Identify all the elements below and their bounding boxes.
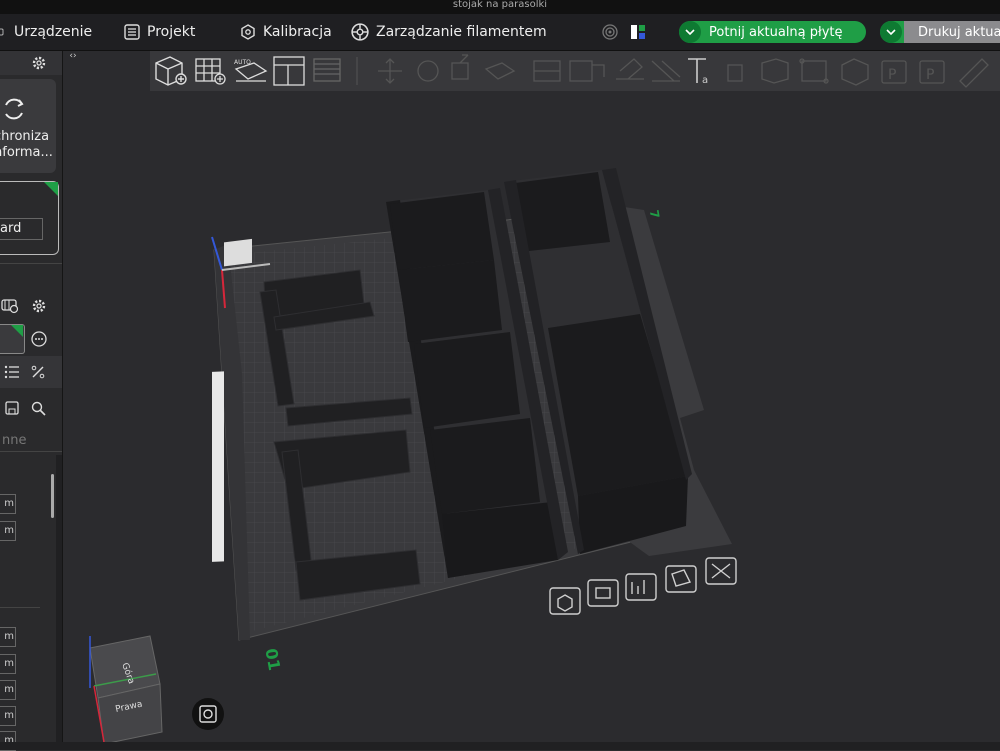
- unit-field[interactable]: m: [0, 521, 16, 541]
- slice-plate-button[interactable]: Potnij aktualną płytę: [679, 21, 866, 43]
- svg-text:P: P: [926, 67, 934, 83]
- sync-label-line1: chroniza: [0, 129, 50, 144]
- print-dropdown[interactable]: [880, 21, 902, 43]
- toolbar-icons: AUTO a P P: [155, 54, 989, 88]
- chevron-down-icon: [685, 29, 695, 36]
- menu-calibration[interactable]: Kalibracja: [240, 14, 332, 50]
- sync-info-button[interactable]: chronizanforma...: [0, 79, 56, 173]
- slice-plate-label: Potnij aktualną płytę: [709, 24, 843, 40]
- measure-icon: [727, 64, 743, 82]
- gear-icon[interactable]: [31, 55, 47, 71]
- gear-icon: [557, 594, 573, 612]
- plate-settings-icon[interactable]: [549, 587, 581, 615]
- slot-selected-marker: [11, 325, 23, 337]
- layers-icon[interactable]: [313, 58, 341, 82]
- auto-orient-icon[interactable]: AUTO: [234, 59, 268, 82]
- percent-icon[interactable]: [31, 365, 45, 379]
- cut-icon: [533, 60, 561, 82]
- arrange-icon[interactable]: [273, 56, 305, 86]
- settings-toolbar: [0, 356, 62, 388]
- menu-project[interactable]: Projekt: [124, 14, 195, 50]
- svg-text:a: a: [702, 75, 708, 86]
- selected-marker: [44, 182, 58, 196]
- scrollbar[interactable]: [51, 474, 54, 518]
- menu-project-label: Projekt: [147, 24, 196, 40]
- svg-text:P: P: [888, 67, 896, 83]
- unit-field[interactable]: m: [0, 680, 16, 700]
- network-icon[interactable]: [602, 24, 618, 40]
- orient-plate-icon[interactable]: [665, 565, 697, 593]
- gear-icon[interactable]: [31, 298, 47, 314]
- unit-field[interactable]: m: [0, 706, 16, 726]
- collapse-sidebar-icon[interactable]: ‹›: [64, 51, 82, 65]
- boolean-icon: [799, 58, 829, 84]
- plate-action-icons: [549, 557, 737, 615]
- text-icon[interactable]: a: [688, 58, 708, 86]
- view-cube[interactable]: Góra Prawa: [89, 635, 163, 745]
- plate-type-card[interactable]: ard: [0, 181, 59, 255]
- grid-add-icon[interactable]: [195, 58, 226, 85]
- sync-label-line2: nforma...: [0, 145, 53, 160]
- sidebar-header: [0, 51, 62, 75]
- left-sidebar: chronizanforma... ard nne m m m m m m m: [0, 51, 63, 751]
- reset-view-icon[interactable]: [192, 698, 224, 730]
- filament-icon: [351, 23, 369, 41]
- window-title: stojak na parasolki: [452, 0, 548, 10]
- plate-marker: 7: [647, 209, 662, 220]
- scale-icon: [451, 54, 469, 80]
- menu-device[interactable]: Urządzenie: [0, 14, 92, 50]
- 3d-viewport[interactable]: 01 7 Góra Prawa: [64, 92, 1000, 745]
- settings-tab[interactable]: nne: [2, 433, 26, 448]
- ruler-icon: [959, 58, 989, 88]
- print-plate-label: Drukuj aktual: [904, 21, 1000, 43]
- plate-type-field[interactable]: ard: [0, 218, 43, 240]
- scene: 01 7 Góra Prawa: [89, 168, 737, 745]
- printer-icon: [0, 28, 4, 36]
- assemble-icon: [761, 58, 789, 84]
- chevron-down-icon: [886, 29, 896, 36]
- place-face-icon: [484, 62, 516, 80]
- unit-field[interactable]: m: [0, 654, 16, 674]
- cube-icon: [841, 58, 869, 86]
- unit-field[interactable]: m: [0, 494, 16, 514]
- move-icon: [378, 58, 402, 84]
- print-plate-button[interactable]: Drukuj aktual: [880, 21, 1000, 43]
- support-icon: [651, 60, 681, 82]
- unit-field[interactable]: m: [0, 627, 16, 647]
- calibration-icon: [241, 24, 255, 40]
- title-bar: stojak na parasolki: [0, 0, 1000, 14]
- list-icon: [124, 24, 140, 40]
- lock-plate-icon[interactable]: [587, 579, 619, 607]
- sync-icon: [5, 98, 24, 120]
- add-object-icon[interactable]: [155, 56, 187, 86]
- menu-filament-label: Zarządzanie filamentem: [376, 24, 547, 40]
- preset-row: [0, 394, 62, 424]
- plate-number: 01: [261, 647, 284, 672]
- list-icon[interactable]: [4, 365, 20, 379]
- sync-label: chronizanforma...: [0, 129, 53, 161]
- plate-settings-icon: P: [919, 60, 945, 84]
- filament-slot-row: [0, 324, 62, 354]
- split-icon: [569, 60, 605, 82]
- menu-filament[interactable]: Zarządzanie filamentem: [351, 14, 547, 50]
- layout-icon[interactable]: [630, 24, 646, 40]
- rotate-icon: [417, 60, 439, 82]
- search-icon[interactable]: [31, 401, 46, 416]
- menu-calibration-label: Kalibracja: [263, 24, 332, 40]
- slice-dropdown[interactable]: [679, 21, 701, 43]
- menu-device-label: Urządzenie: [14, 24, 93, 40]
- filament-sync-icon[interactable]: [1, 298, 19, 314]
- plate-icon: P: [881, 60, 907, 84]
- arrange-plate-icon[interactable]: [625, 573, 657, 601]
- viewport-toolbar: AUTO a P P: [150, 51, 1000, 91]
- filament-row: [0, 291, 62, 321]
- save-icon[interactable]: [5, 401, 19, 415]
- status-strip: [0, 742, 1000, 750]
- paint-icon: [616, 58, 644, 80]
- more-icon[interactable]: [31, 331, 47, 347]
